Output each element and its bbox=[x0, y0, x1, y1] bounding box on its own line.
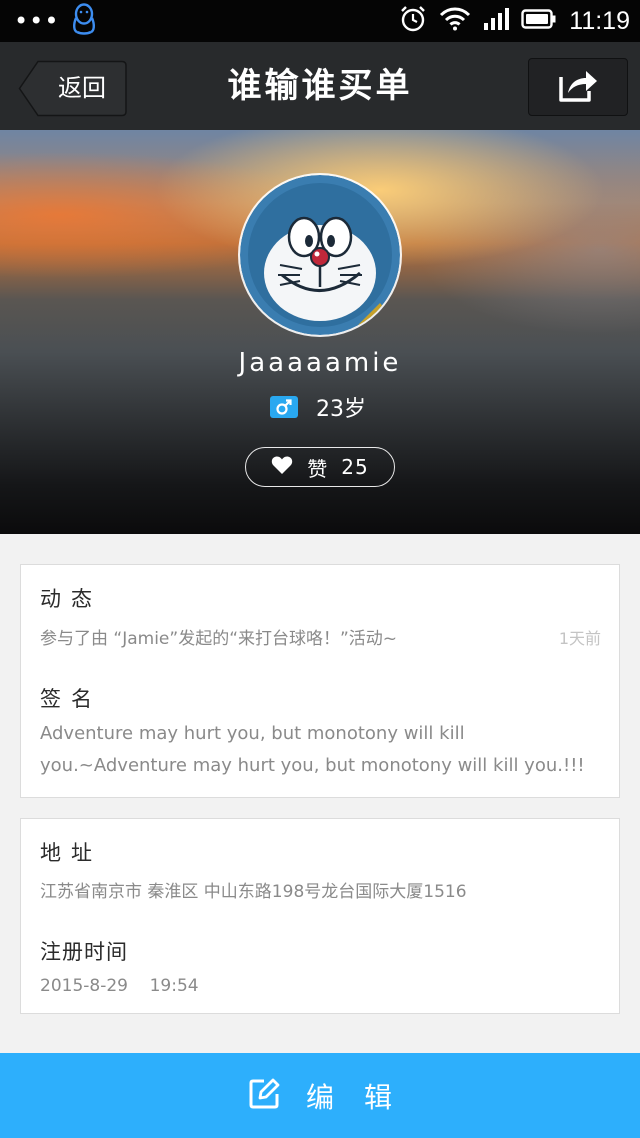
alarm-icon bbox=[399, 5, 427, 37]
status-bar: ••• 11:19 bbox=[0, 0, 640, 42]
status-bar-right: 11:19 bbox=[399, 0, 630, 42]
address-text: 江苏省南京市 秦淮区 中山东路198号龙台国际大厦1516 bbox=[40, 882, 467, 902]
signature-title: 签名 bbox=[40, 687, 102, 711]
age-label: 23岁 bbox=[316, 397, 366, 422]
battery-icon bbox=[521, 8, 557, 34]
qq-penguin-icon bbox=[71, 3, 97, 39]
signal-icon bbox=[483, 7, 510, 35]
page-title: 谁输谁买单 bbox=[227, 66, 413, 106]
status-bar-left: ••• bbox=[14, 0, 97, 42]
register-time-title: 注册时间 bbox=[40, 940, 128, 964]
profile-header: Jaaaaamie 23岁 赞 25 bbox=[0, 130, 640, 534]
share-button[interactable] bbox=[528, 58, 628, 116]
top-navigation-bar: 返回 谁输谁买单 bbox=[0, 42, 640, 131]
activity-time: 1天前 bbox=[558, 629, 601, 648]
register-time-text: 2015-8-29 19:54 bbox=[40, 976, 199, 996]
address-register-card: 地址 江苏省南京市 秦淮区 中山东路198号龙台国际大厦1516 注册时间 20… bbox=[20, 818, 620, 1014]
edit-button[interactable]: 编辑 bbox=[0, 1053, 640, 1138]
gender-age-row: 23岁 bbox=[270, 392, 366, 422]
heart-icon bbox=[271, 455, 293, 480]
back-button[interactable]: 返回 bbox=[18, 60, 127, 117]
doraemon-avatar-image bbox=[240, 175, 400, 335]
activity-title: 动态 bbox=[40, 587, 102, 611]
like-count: 25 bbox=[341, 455, 369, 479]
like-label: 赞 bbox=[307, 456, 328, 481]
activity-text[interactable]: 参与了由 “Jamie”发起的“来打台球咯！”活动~ bbox=[40, 624, 529, 649]
edit-icon bbox=[248, 1078, 280, 1114]
edit-button-label: 编辑 bbox=[305, 1080, 422, 1114]
like-button[interactable]: 赞 25 bbox=[245, 447, 395, 487]
male-icon bbox=[270, 396, 298, 418]
activity-signature-card: 动态 参与了由 “Jamie”发起的“来打台球咯！”活动~ 1天前 签名 Adv… bbox=[20, 564, 620, 798]
share-icon bbox=[557, 67, 599, 107]
wifi-icon bbox=[439, 7, 471, 35]
status-time: 11:19 bbox=[569, 6, 630, 35]
avatar[interactable] bbox=[240, 175, 400, 335]
more-dots-icon: ••• bbox=[14, 7, 60, 35]
back-button-label: 返回 bbox=[58, 74, 106, 102]
signature-text: Adventure may hurt you, but monotony wil… bbox=[40, 723, 585, 776]
username: Jaaaaamie bbox=[238, 348, 402, 378]
address-title: 地址 bbox=[40, 841, 102, 865]
